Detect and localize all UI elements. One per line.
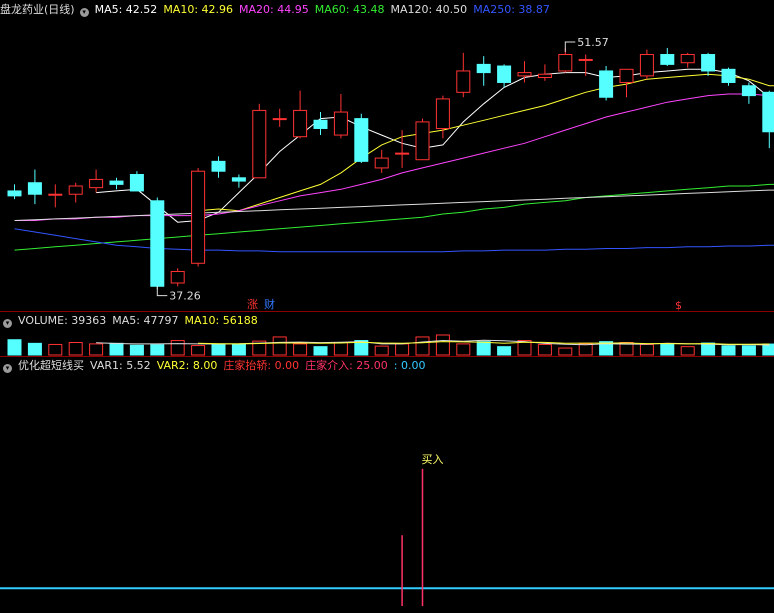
candle-body: [231, 177, 246, 182]
volume-bar: [231, 343, 246, 356]
volume-bar: [129, 344, 144, 356]
candle-body: [619, 68, 634, 83]
candle-body: [721, 68, 736, 83]
volume-bar: [741, 345, 756, 356]
volume-bar: [293, 343, 308, 356]
ma-line-ma120: [14, 189, 774, 221]
candle-body: [374, 157, 389, 169]
volume-bar: [89, 343, 104, 356]
candle-body: [109, 180, 124, 185]
candle-body: [558, 54, 573, 72]
candle-body: [497, 65, 512, 83]
candle-body: [48, 193, 63, 196]
candle-body: [476, 63, 491, 74]
candle-body: [415, 121, 430, 161]
volume-bar: [395, 343, 410, 356]
volume-bar: [150, 344, 165, 356]
buy-signal-label: 买入: [422, 453, 444, 466]
volume-bar: [537, 343, 552, 356]
candle-body: [762, 91, 774, 133]
volume-bar: [333, 342, 348, 356]
volume-bar: [435, 334, 450, 356]
candle-body: [191, 170, 206, 264]
volume-bar: [639, 343, 654, 356]
volume-bar: [415, 336, 430, 356]
candle-body: [333, 111, 348, 136]
candle-body: [7, 190, 22, 197]
ma-line-ma10: [198, 73, 774, 212]
low-annotation-arrow: [156, 285, 168, 297]
candle-body: [293, 109, 308, 138]
volume-bar: [721, 345, 736, 356]
candle-body: [129, 174, 144, 192]
high-price-label: 51.57: [577, 36, 609, 49]
volume-bar: [476, 341, 491, 356]
ma-line-ma20: [14, 93, 774, 221]
candle-body: [89, 178, 104, 189]
candle-body: [701, 54, 716, 72]
volume-bar: [211, 343, 226, 356]
volume-bar: [578, 343, 593, 356]
high-annotation-arrow: [564, 41, 576, 52]
candle-body: [354, 118, 369, 162]
volume-bar: [191, 345, 206, 356]
candle-body: [456, 70, 471, 93]
cai-marker: 财: [264, 297, 275, 311]
candle-body: [578, 58, 593, 61]
candle-body: [170, 270, 185, 284]
volume-bar: [456, 343, 471, 356]
candle-body: [660, 54, 675, 65]
dollar-marker: $: [675, 299, 682, 312]
candle-body: [680, 54, 695, 64]
volume-bar: [762, 343, 774, 356]
volume-bar: [272, 336, 287, 356]
candle-body: [639, 54, 654, 77]
candle-body: [395, 152, 410, 155]
volume-bar: [680, 346, 695, 356]
candle-body: [211, 160, 226, 172]
volume-bar: [68, 342, 83, 356]
candle-body: [252, 109, 267, 179]
candle-body: [537, 73, 552, 79]
volume-bar: [109, 342, 124, 356]
volume-bar: [374, 345, 389, 356]
volume-bar: [313, 346, 328, 356]
candle-body: [435, 98, 450, 129]
stock-chart[interactable]: 51.57 37.26 涨财 $ 买入: [0, 0, 774, 613]
candle-body: [27, 182, 42, 195]
candle-body: [741, 85, 756, 97]
ma-line-ma250: [14, 228, 774, 253]
candle-body: [68, 185, 83, 195]
volume-bar: [497, 346, 512, 356]
zhang-marker: 涨: [247, 298, 258, 311]
candle-body: [599, 70, 614, 98]
candle-body: [313, 119, 328, 129]
candle-body: [517, 72, 532, 77]
volume-bar: [7, 339, 22, 356]
volume-bar: [558, 347, 573, 356]
volume-bar: [660, 343, 675, 356]
volume-bar: [48, 343, 63, 356]
low-price-label: 37.26: [169, 290, 201, 303]
volume-bar: [27, 342, 42, 356]
volume-bar: [170, 340, 185, 356]
volume-bar: [701, 342, 716, 356]
candle-body: [272, 118, 287, 121]
candle-body: [150, 200, 165, 287]
